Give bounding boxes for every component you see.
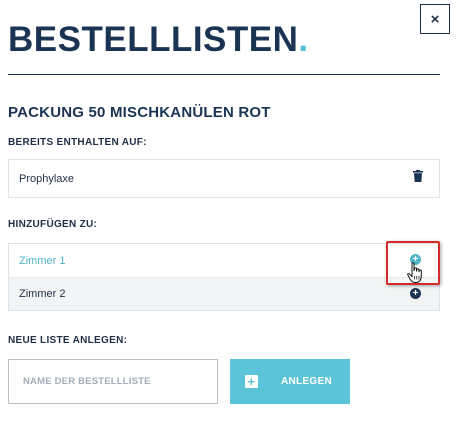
plus-circle-icon[interactable]: + <box>410 288 421 299</box>
list-item-label: Zimmer 2 <box>19 288 66 300</box>
list-item-label: Zimmer 1 <box>19 254 66 267</box>
hand-cursor-icon <box>407 262 425 289</box>
list-name-input[interactable] <box>8 359 218 404</box>
list-item-zimmer-2[interactable]: Zimmer 2 + <box>9 277 439 310</box>
add-to-list: Zimmer 1 + Zimmer 2 + <box>8 243 440 311</box>
list-item-prophylaxe: Prophylaxe <box>9 160 439 197</box>
title-divider <box>8 74 440 75</box>
dialog-title-text: BESTELLLISTEN <box>8 20 299 59</box>
contained-section-label: BEREITS ENTHALTEN AUF: <box>8 137 147 148</box>
create-list-button-label: ANLEGEN <box>281 376 332 387</box>
create-list-button[interactable]: + ANLEGEN <box>230 359 350 404</box>
product-name: PACKUNG 50 MISCHKANÜLEN ROT <box>8 104 271 121</box>
close-button[interactable]: × <box>420 4 450 34</box>
new-list-section-label: NEUE LISTE ANLEGEN: <box>8 335 128 346</box>
plus-square-icon: + <box>245 375 258 388</box>
trash-icon[interactable] <box>413 170 423 185</box>
add-to-section-label: HINZUFÜGEN ZU: <box>8 219 98 230</box>
dialog-title-dot: . <box>298 20 309 59</box>
list-item-label: Prophylaxe <box>19 172 75 185</box>
list-item-zimmer-1[interactable]: Zimmer 1 + <box>9 244 439 277</box>
dialog-title: BESTELLLISTEN. <box>8 18 309 62</box>
close-icon: × <box>430 10 440 28</box>
contained-list: Prophylaxe <box>8 159 440 198</box>
